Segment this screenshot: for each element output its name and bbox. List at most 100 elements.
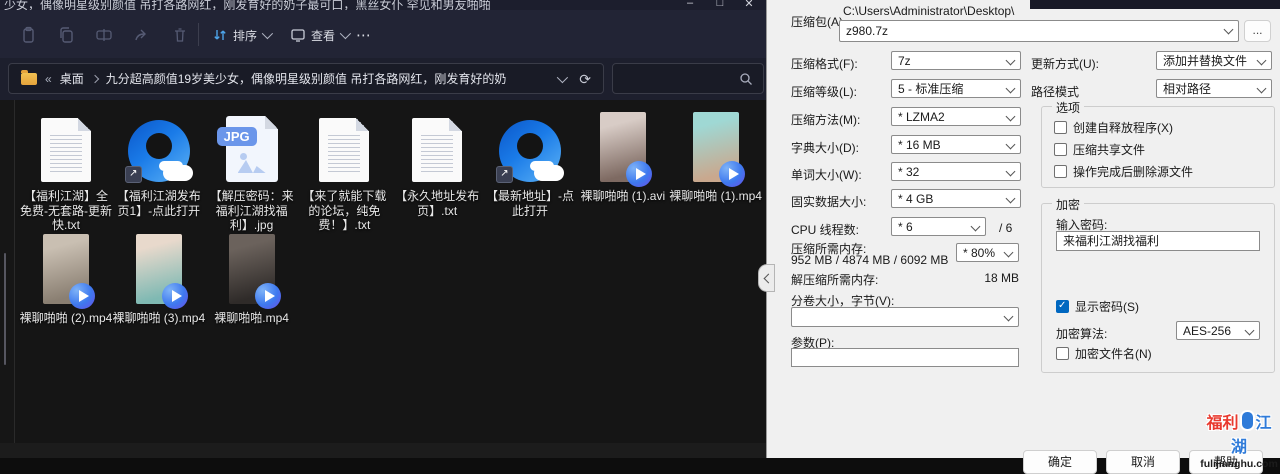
path-mode-select[interactable]: 相对路径	[1156, 79, 1272, 98]
watermark-logo: 福利江湖 fulijianghu.com	[1199, 409, 1279, 470]
	[421, 132, 453, 172]
options-legend: 选项	[1052, 99, 1084, 116]
show-password-label: 显示密码(S)	[1075, 298, 1139, 315]
file-item[interactable]: 【永久地址发布页】.txt	[390, 108, 484, 218]
file-item[interactable]: 【福利江湖】全免费-无套路-更新快.txt	[19, 108, 113, 233]
file-label: 【福利江湖】全免费-无套路-更新快.txt	[19, 189, 113, 233]
maximize-button[interactable]: □	[708, 0, 732, 9]
image-glyph-icon	[238, 153, 266, 173]
page-fold	[356, 118, 369, 131]
file-item[interactable]: ↗ 【福利江湖发布页1】-点此打开	[112, 108, 206, 218]
search-input[interactable]	[612, 63, 764, 94]
breadcrumb-root[interactable]: 桌面	[60, 70, 84, 87]
file-item[interactable]: 【来了就能下载的论坛，纯免费！】.txt	[297, 108, 391, 233]
checkbox-icon	[1054, 165, 1067, 178]
file-item[interactable]: 裸聊啪啪.mp4	[205, 230, 299, 326]
breadcrumb-chevron-icon	[90, 74, 98, 82]
shared-files-checkbox[interactable]: 压缩共享文件	[1054, 141, 1145, 158]
browse-button[interactable]: ...	[1244, 20, 1271, 42]
paste-icon[interactable]	[16, 23, 40, 47]
encrypt-names-checkbox[interactable]: 加密文件名(N)	[1056, 345, 1152, 362]
explorer-addressrow: « 桌面 九分超高颜值19岁美少女，偶像明星级别颜值 吊打各路网红，刚发育好的奶…	[0, 58, 766, 100]
word-size-select[interactable]: * 32	[891, 162, 1021, 181]
sort-button[interactable]: 排序	[208, 23, 274, 47]
encryption-method-select[interactable]: AES-256	[1176, 321, 1260, 340]
breadcrumb-current-folder[interactable]: 九分超高颜值19岁美少女，偶像明星级别颜值 吊打各路网红，刚发育好的奶子最可口，…	[106, 70, 506, 87]
file-label: 【福利江湖发布页1】-点此打开	[112, 189, 206, 218]
encryption-legend: 加密	[1052, 196, 1084, 213]
more-options-button[interactable]: ⋯	[352, 23, 376, 47]
dictionary-value: * 16 MB	[898, 138, 941, 152]
file-item[interactable]: JPG 【解压密码：来福利江湖找福利】.jpg	[205, 108, 299, 233]
create-sfx-label: 创建自释放程序(X)	[1073, 119, 1173, 136]
archive-directory: C:\Users\Administrator\Desktop\	[843, 4, 1014, 18]
nav-scrollbar[interactable]	[4, 253, 6, 365]
share-icon[interactable]	[130, 23, 154, 47]
level-label: 压缩等级(L):	[791, 83, 857, 100]
file-label: 裸聊啪啪 (1).avi	[576, 189, 670, 204]
address-dropdown-icon[interactable]	[557, 71, 568, 82]
checkbox-icon	[1056, 300, 1069, 313]
params-input[interactable]	[791, 348, 1019, 367]
cpu-threads-select[interactable]: * 6	[891, 217, 986, 236]
	[50, 132, 82, 172]
level-select[interactable]: 5 - 标准压缩	[891, 79, 1021, 98]
file-item[interactable]: 裸聊啪啪 (1).avi	[576, 108, 670, 204]
watermark-domain: fulijianghu.com	[1199, 458, 1279, 470]
chevron-down-icon	[262, 28, 273, 39]
cpu-threads-label: CPU 线程数:	[791, 221, 859, 238]
cpu-threads-max: / 6	[999, 221, 1012, 235]
file-item[interactable]: 裸聊啪啪 (2).mp4	[19, 230, 113, 326]
collapse-panel-icon[interactable]	[758, 264, 775, 292]
checkbox-icon	[1054, 121, 1067, 134]
file-item[interactable]: ↗ 【最新地址】-点此打开	[483, 108, 577, 218]
ok-button[interactable]: 确定	[1023, 450, 1097, 474]
solid-block-value: * 4 GB	[898, 192, 933, 206]
jpg-badge: JPG	[217, 127, 257, 146]
volume-combobox[interactable]	[791, 307, 1019, 327]
play-overlay-icon	[626, 161, 652, 187]
play-overlay-icon	[719, 161, 745, 187]
show-password-checkbox[interactable]: 显示密码(S)	[1056, 298, 1139, 315]
copy-icon[interactable]	[54, 23, 78, 47]
create-sfx-checkbox[interactable]: 创建自释放程序(X)	[1054, 119, 1173, 136]
update-mode-select[interactable]: 添加并替换文件	[1156, 51, 1272, 70]
rename-icon[interactable]	[92, 23, 116, 47]
method-select[interactable]: * LZMA2	[891, 107, 1021, 126]
navigation-pane	[0, 100, 15, 443]
refresh-icon[interactable]: ⟳	[579, 72, 591, 86]
file-label: 裸聊啪啪 (1).mp4	[669, 189, 763, 204]
explorer-statusbar	[0, 443, 766, 458]
archive-name-combobox[interactable]: z980.7z	[839, 20, 1239, 42]
password-input[interactable]: 来福利江湖找福利	[1056, 231, 1260, 251]
page-fold	[78, 118, 91, 131]
solid-block-select[interactable]: * 4 GB	[891, 189, 1021, 208]
file-item[interactable]: 裸聊啪啪 (1).mp4	[669, 108, 763, 204]
dictionary-select[interactable]: * 16 MB	[891, 135, 1021, 154]
encryption-method-label: 加密算法:	[1056, 325, 1107, 342]
file-label: 【解压密码：来福利江湖找福利】.jpg	[205, 189, 299, 233]
text-file-icon	[319, 118, 369, 182]
delete-icon[interactable]	[168, 23, 192, 47]
memory-percent-select[interactable]: * 80%	[956, 243, 1019, 262]
format-value: 7z	[898, 54, 911, 68]
minimize-button[interactable]: –	[678, 0, 702, 9]
memory-percent-value: * 80%	[963, 246, 995, 260]
decompress-memory-label: 解压缩所需内存:	[791, 271, 878, 288]
address-bar[interactable]: « 桌面 九分超高颜值19岁美少女，偶像明星级别颜值 吊打各路网红，刚发育好的奶…	[8, 63, 604, 94]
format-select[interactable]: 7z	[891, 51, 1021, 70]
explorer-titlebar: 少女，偶像明星级别颜值 吊打各路网红，刚发育好的奶子最可口，黑丝女仆 罕见和男友…	[0, 0, 766, 10]
view-label: 查看	[311, 27, 335, 44]
breadcrumb-collapsed[interactable]: «	[45, 72, 52, 86]
mouse-icon	[1240, 410, 1255, 431]
window-title: 少女，偶像明星级别颜值 吊打各路网红，刚发育好的奶子最可口，黑丝女仆 罕见和男友…	[4, 0, 491, 10]
dictionary-label: 字典大小(D):	[791, 139, 859, 156]
method-label: 压缩方法(M):	[791, 111, 860, 128]
password-value: 来福利江湖找福利	[1063, 234, 1159, 248]
file-item[interactable]: 裸聊啪啪 (3).mp4	[112, 230, 206, 326]
video-thumbnail	[43, 234, 89, 304]
view-button[interactable]: 查看	[286, 23, 352, 47]
delete-after-checkbox[interactable]: 操作完成后删除源文件	[1054, 163, 1193, 180]
close-button[interactable]: ✕	[737, 0, 761, 10]
cancel-button[interactable]: 取消	[1106, 450, 1180, 474]
